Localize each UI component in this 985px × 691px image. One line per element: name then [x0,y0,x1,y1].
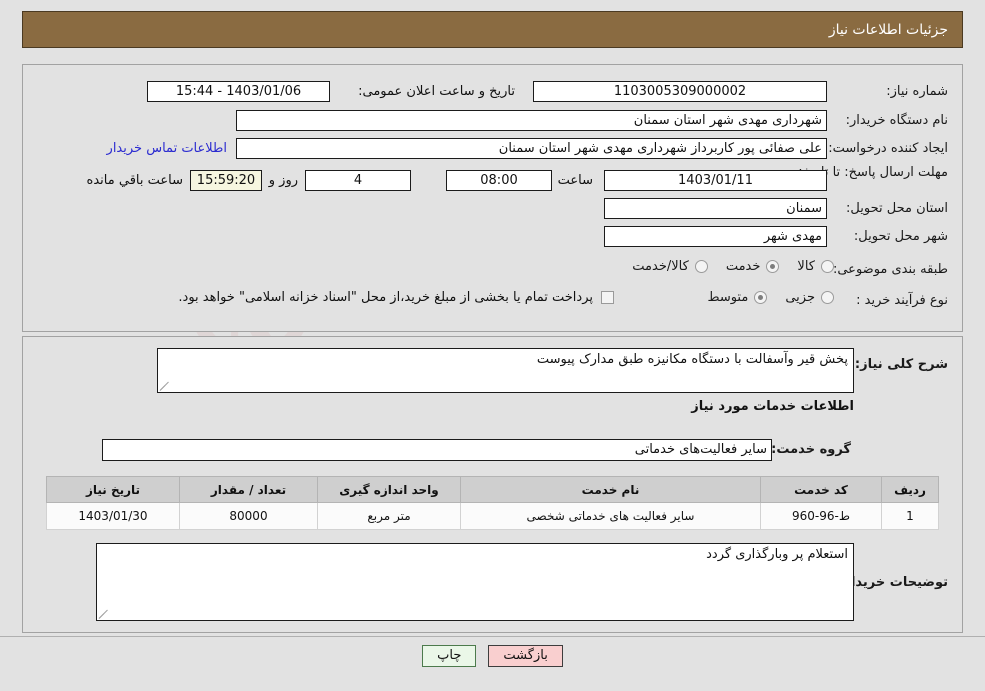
days-field[interactable]: 4 [305,170,411,191]
hour-field[interactable]: 08:00 [446,170,552,191]
need-number-label: شماره نیاز: [886,84,948,99]
hour-label: ساعت [557,173,593,188]
deadline-label: مهلت ارسال پاسخ: تا تاریخ: [798,165,948,180]
category-label: طبقه بندی موضوعی: [832,262,948,277]
service-group-field[interactable]: سایر فعالیت‌های خدماتی [102,439,772,461]
category-label-0: کالا [797,259,815,274]
table-header-cell: واحد اندازه گیری [317,476,461,503]
category-radio-1[interactable] [766,260,780,273]
page-title: جزئیات اطلاعات نیاز [828,21,948,38]
creator-field[interactable]: علی صفائی پور کاربرداز شهرداری مهدی شهر … [236,138,827,159]
need-number-field[interactable]: 1103005309000002 [533,81,827,102]
footer-divider [0,636,985,637]
resize-grip-icon[interactable] [159,381,170,391]
buyer-org-label: نام دستگاه خریدار: [845,113,948,128]
back-button[interactable]: بازگشت [488,645,563,667]
city-field[interactable]: مهدی شهر [604,226,827,247]
table-cell: متر مربع [317,502,461,530]
need-info-panel: شماره نیاز: 1103005309000002 تاریخ و ساع… [22,64,963,332]
description-textarea[interactable]: پخش قیر وآسفالت با دستگاه مکانیزه طبق مد… [157,348,854,393]
category-option-0[interactable]: کالا [797,259,834,274]
buyer-notes-text: استعلام پر وبارگذاری گردد [706,547,848,562]
announce-datetime-field[interactable]: 1403/01/06 - 15:44 [147,81,330,102]
category-label-2: کالا/خدمت [632,259,689,274]
treasury-checkbox[interactable] [601,291,614,304]
buyer-contact-link[interactable]: اطلاعات تماس خریدار [107,141,227,156]
process-option-1[interactable]: متوسط [707,290,768,305]
description-text: پخش قیر وآسفالت با دستگاه مکانیزه طبق مد… [536,352,848,367]
table-header-cell: کد خدمت [760,476,882,503]
announce-datetime-label: تاریخ و ساعت اعلان عمومی: [358,84,515,99]
remaining-label: ساعت باقي مانده [86,173,183,188]
resize-grip-icon[interactable] [98,609,109,619]
category-label-1: خدمت [725,259,761,274]
treasury-option[interactable]: پرداخت تمام یا بخشی از مبلغ خرید،از محل … [178,290,614,305]
province-label: استان محل تحویل: [846,201,948,216]
table-header-cell: نام خدمت [460,476,761,503]
buyer-org-field[interactable]: شهرداری مهدی شهر استان سمنان [236,110,827,131]
description-label: شرح کلی نیاز: [854,357,948,372]
category-option-2[interactable]: کالا/خدمت [632,259,708,274]
treasury-note: پرداخت تمام یا بخشی از مبلغ خرید،از محل … [178,290,593,305]
category-radio-group: کالا خدمت کالا/خدمت [614,259,834,274]
table-header-row: ردیف کد خدمت نام خدمت واحد اندازه گیری تعداد… [46,476,939,503]
countdown-timer-field: 15:59:20 [190,170,262,191]
creator-label: ایجاد کننده درخواست: [828,141,948,156]
services-section-title: اطلاعات خدمات مورد نیاز [691,399,854,414]
buyer-notes-label: توضیحات خریدار: [838,575,948,590]
city-label: شهر محل تحویل: [853,229,948,244]
process-label-1: متوسط [707,290,749,305]
table-cell: 80000 [179,502,318,530]
table-row: 1 ط-96-960 سایر فعالیت های خدماتی شخصی متر … [46,502,939,530]
process-radio-1[interactable] [754,291,768,304]
page-header: جزئیات اطلاعات نیاز [22,11,963,48]
table-cell: 1 [881,502,939,530]
process-label-0: جزیی [785,290,815,305]
category-radio-2[interactable] [694,260,708,273]
print-button[interactable]: چاپ [422,645,477,667]
table-header-cell: تعداد / مقدار [179,476,318,503]
table-header-cell: ردیف [881,476,939,503]
deadline-date-field[interactable]: 1403/01/11 [604,170,827,191]
footer-actions: بازگشت چاپ [0,645,985,667]
need-details-panel: شرح کلی نیاز: پخش قیر وآسفالت با دستگاه … [22,336,963,633]
table-cell: سایر فعالیت های خدماتی شخصی [460,502,761,530]
table-cell: ط-96-960 [760,502,882,530]
service-group-label: گروه خدمت: [771,442,851,457]
province-field[interactable]: سمنان [604,198,827,219]
category-radio-0[interactable] [821,260,834,273]
process-option-0[interactable]: جزیی [785,290,834,305]
process-radio-group: جزیی متوسط [689,290,834,305]
buyer-notes-textarea[interactable]: استعلام پر وبارگذاری گردد [96,543,854,621]
services-table: ردیف کد خدمت نام خدمت واحد اندازه گیری تعداد… [46,476,939,530]
days-unit-label: روز و [268,173,298,188]
category-option-1[interactable]: خدمت [726,259,780,274]
table-header-cell: تاریخ نیاز [46,476,180,503]
process-label: نوع فرآیند خرید : [856,293,948,308]
process-radio-0[interactable] [821,291,834,304]
table-cell: 1403/01/30 [46,502,180,530]
